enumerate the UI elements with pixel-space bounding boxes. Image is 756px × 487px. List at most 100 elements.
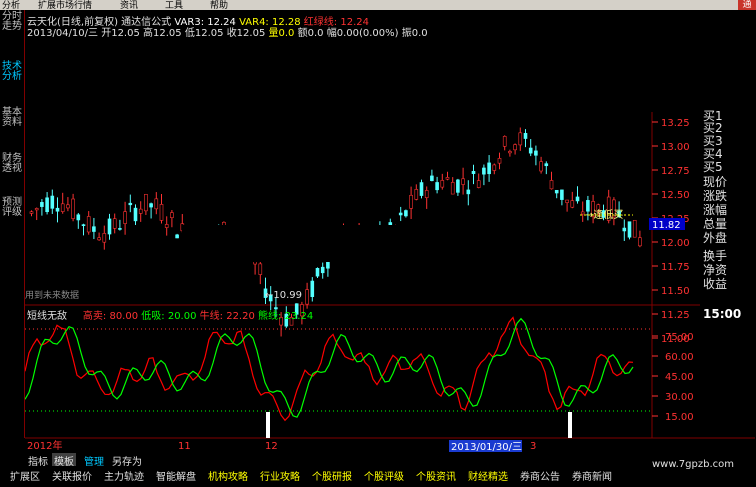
candle-body <box>534 150 538 156</box>
candle-body <box>450 182 455 195</box>
nav-stock-news[interactable]: 个股资讯 <box>416 468 456 483</box>
nav-broker-news[interactable]: 券商新闻 <box>572 468 612 483</box>
outer-volume-label: 外盘 <box>703 231 728 245</box>
candle-body <box>435 182 439 191</box>
nav-industry[interactable]: 行业攻略 <box>260 468 300 483</box>
candle-body <box>632 219 637 238</box>
nav-smart-analysis[interactable]: 智能解盘 <box>156 468 196 483</box>
kline-chart[interactable]: ××××××××××××××××××××××××× 13.2513.0012.7… <box>25 38 755 453</box>
marker-x: × <box>97 38 103 40</box>
candle-body <box>107 218 112 235</box>
candle-body <box>497 158 502 164</box>
candle-body <box>154 198 159 210</box>
marker-x: × <box>261 38 267 40</box>
candle-body <box>102 233 107 243</box>
candle-body <box>508 151 512 154</box>
candle-body <box>29 211 34 214</box>
candle-body <box>523 132 528 139</box>
candle-body <box>424 190 429 198</box>
ind-tick-label: 45.00 <box>665 372 694 383</box>
sell-level: 高卖: 80.00 <box>82 311 139 322</box>
bull-value: 牛线: 22.20 <box>199 311 255 322</box>
candle-body <box>133 207 138 222</box>
candle-body <box>404 210 408 217</box>
ind-tick-label: 15.00 <box>665 412 694 423</box>
ind-tick-label: 30.00 <box>665 392 694 403</box>
candle-body <box>528 147 533 154</box>
price-tick-label: 12.50 <box>661 190 690 201</box>
candle-body <box>570 200 575 208</box>
tab-forecast[interactable]: 预测评级 <box>2 198 22 218</box>
nav-institution[interactable]: 机构攻略 <box>208 468 248 483</box>
candle-body <box>580 211 585 215</box>
price-tick-label: 11.25 <box>661 310 690 321</box>
marker-x: × <box>361 38 367 40</box>
low-price-label: ←10.99 <box>265 290 302 301</box>
price-tick-label: 11.75 <box>661 262 690 273</box>
candle-body <box>409 194 413 209</box>
earnings-label: 收益 <box>703 277 728 291</box>
nav-extended[interactable]: 扩展区 <box>10 468 40 483</box>
marker-x: × <box>121 38 127 40</box>
candle-body <box>60 203 65 212</box>
candle-body <box>45 197 49 213</box>
candle-body <box>414 189 419 200</box>
candle-body <box>539 161 543 172</box>
candle-body <box>560 189 564 200</box>
tab-technical-analysis[interactable]: 技术分析 <box>2 62 22 82</box>
menu-tools[interactable]: 工具 <box>165 0 183 10</box>
candle-body <box>123 211 127 224</box>
candle-body <box>149 203 153 208</box>
bear-line <box>25 316 634 422</box>
nav-related-quotes[interactable]: 关联报价 <box>52 468 92 483</box>
candle-body <box>175 234 179 239</box>
tab-intraday[interactable]: 分时走势 <box>2 12 22 32</box>
candle-body <box>55 207 60 212</box>
candle-body <box>86 216 91 233</box>
menu-help[interactable]: 帮助 <box>210 0 228 10</box>
marker-x: × <box>241 38 247 40</box>
menu-news[interactable]: 资讯 <box>120 0 138 10</box>
candle-body <box>128 202 133 206</box>
candle-body <box>492 164 497 171</box>
candle-body <box>92 226 96 232</box>
turnover-label: 换手 <box>703 249 728 263</box>
candle-body <box>66 204 70 209</box>
price-tick-label: 13.00 <box>661 142 690 153</box>
candle-body <box>440 180 445 188</box>
price-tick-label: 11.50 <box>661 286 690 297</box>
candle-body <box>513 144 517 151</box>
marker-x: × <box>343 38 349 40</box>
menu-extended-market[interactable]: 扩展市场行情 <box>38 0 92 10</box>
candle-body <box>315 268 320 277</box>
candle-body <box>487 162 491 175</box>
nav-stock-rating[interactable]: 个股评级 <box>364 468 404 483</box>
candle-body <box>627 221 632 238</box>
menu-bar: 分析 扩展市场行情 资讯 工具 帮助 通 <box>0 0 756 10</box>
top-right-overlay <box>428 38 755 112</box>
price-axis: 13.2513.0012.7512.5012.2512.0011.7511.50… <box>652 118 690 345</box>
close-button[interactable]: 通 <box>738 0 756 10</box>
candle-body <box>326 260 330 269</box>
tab-basic-info[interactable]: 基本资料 <box>2 108 22 128</box>
candle-body <box>419 182 424 196</box>
indicator-header: 短线无敌 高卖: 80.00 低吸: 20.00 牛线: 22.20 熊线: 2… <box>27 307 313 322</box>
bull-line <box>25 317 634 418</box>
marker-x: × <box>315 38 321 40</box>
ind-tick-label: 60.00 <box>665 352 694 363</box>
candle-body <box>430 175 434 182</box>
nav-stock-report[interactable]: 个股研报 <box>312 468 352 483</box>
nav-main-track[interactable]: 主力轨迹 <box>104 468 144 483</box>
candle-body <box>554 189 559 194</box>
future-data-note: 用到未来数据 <box>25 289 79 301</box>
bid-5: 买5 <box>703 160 723 174</box>
candle-body <box>164 224 169 228</box>
tab-financial[interactable]: 财务透视 <box>2 154 22 174</box>
candle-body <box>518 132 523 146</box>
menu-analysis[interactable]: 分析 <box>2 0 20 10</box>
candle-body <box>97 237 101 241</box>
nav-finance[interactable]: 财经精选 <box>468 468 508 483</box>
marker-x: × <box>337 38 343 40</box>
candle-body <box>76 214 81 221</box>
nav-broker-notice[interactable]: 券商公告 <box>520 468 560 483</box>
